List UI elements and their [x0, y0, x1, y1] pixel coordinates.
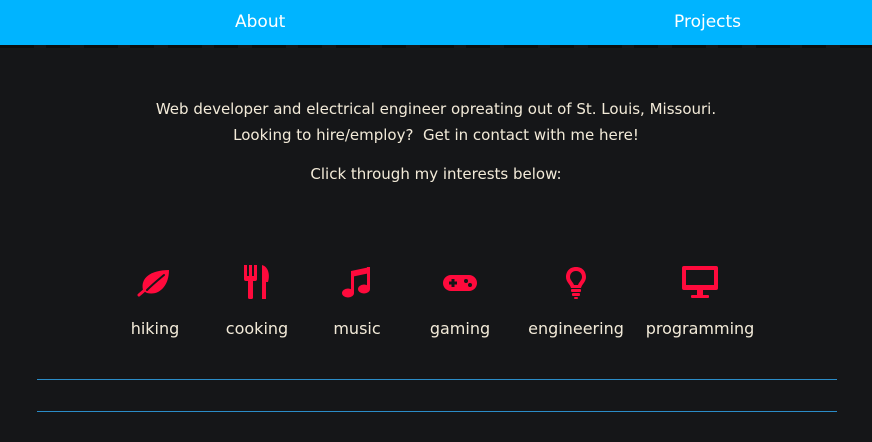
music-note-icon — [342, 267, 370, 298]
intro-line-2: Looking to hire/employ? Get in contact w… — [0, 122, 872, 148]
divider-line — [37, 379, 837, 380]
top-nav-bar: About Projects — [0, 0, 872, 45]
contact-link[interactable]: Get in contact with me here! — [423, 126, 639, 144]
interest-label: programming — [645, 319, 755, 338]
interests-prompt: Click through my interests below: — [310, 165, 562, 183]
intro-text: Web developer and electrical engineer op… — [0, 96, 872, 148]
divider-line — [37, 411, 837, 412]
monitor-icon — [682, 266, 718, 298]
interests-list: hiking cooking music gaming engineering … — [0, 262, 872, 352]
intro-hire-text: Looking to hire/employ? — [233, 126, 414, 144]
interest-programming[interactable]: programming — [640, 262, 760, 339]
fork-knife-icon — [244, 265, 269, 299]
leaf-icon — [137, 270, 169, 297]
nav-projects-link[interactable]: Projects — [674, 0, 741, 45]
interest-gaming[interactable]: gaming — [400, 262, 520, 339]
nav-shadow — [0, 45, 872, 48]
nav-about-link[interactable]: About — [235, 0, 285, 45]
intro-line-1: Web developer and electrical engineer op… — [155, 100, 717, 118]
gamepad-icon — [443, 275, 477, 291]
interest-label: music — [333, 319, 381, 338]
lightbulb-icon — [566, 267, 586, 299]
interest-music[interactable]: music — [297, 262, 417, 339]
interest-engineering[interactable]: engineering — [516, 262, 636, 339]
interest-label: engineering — [528, 319, 624, 338]
interest-label: gaming — [429, 319, 491, 338]
